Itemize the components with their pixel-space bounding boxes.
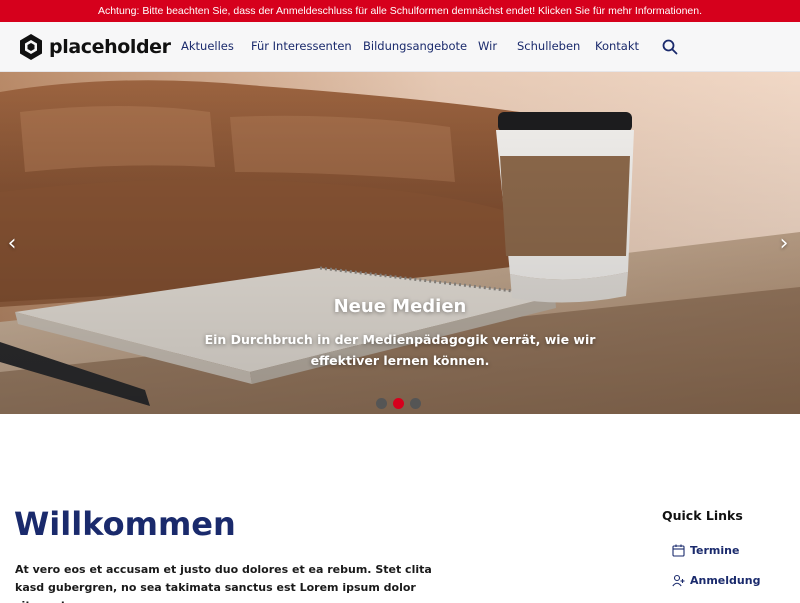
quick-link-label: Termine — [690, 543, 740, 557]
announcement-bar[interactable]: Achtung: Bitte beachten Sie, dass der An… — [0, 0, 800, 22]
intro-text: At vero eos et accusam et justo duo dolo… — [15, 563, 432, 603]
quick-links-title: Quick Links — [662, 508, 743, 523]
nav-item-aktuelles[interactable]: Aktuelles — [181, 39, 234, 53]
search-button[interactable] — [661, 38, 679, 56]
nav-item-fuer-interessenten[interactable]: Für Interessenten — [251, 39, 352, 53]
nav-item-kontakt[interactable]: Kontakt — [595, 39, 639, 53]
slider-dot-2[interactable] — [393, 398, 404, 409]
slider-prev-button[interactable]: ‹ — [2, 232, 22, 256]
announcement-text[interactable]: Achtung: Bitte beachten Sie, dass der An… — [98, 5, 702, 17]
hero-slider: ‹ › Neue Medien Ein Durchbruch in der Me… — [0, 72, 800, 414]
quick-link-label: Anmeldung — [690, 573, 761, 587]
slider-dot-1[interactable] — [376, 398, 387, 409]
quick-link-anmeldung[interactable]: Anmeldung — [672, 572, 760, 588]
slider-next-button[interactable]: › — [774, 232, 794, 256]
page-title: Willkommen — [14, 505, 236, 543]
main-navigation: Aktuelles Für Interessenten Bildungsange… — [0, 22, 800, 72]
nav-item-schulleben[interactable]: Schulleben — [517, 39, 580, 53]
nav-item-wir[interactable]: Wir — [478, 39, 497, 53]
site-header: placeholder Aktuelles Für Interessenten … — [0, 22, 800, 72]
slider-dot-3[interactable] — [410, 398, 421, 409]
search-icon — [662, 39, 678, 55]
calendar-icon — [672, 544, 685, 557]
slider-indicators — [376, 398, 421, 409]
hero-text: Ein Durchbruch in der Medienpädagogik ve… — [204, 332, 596, 368]
nav-item-bildungsangebote[interactable]: Bildungsangebote — [363, 39, 467, 53]
quick-link-termine[interactable]: Termine — [672, 542, 739, 558]
hero-title: Neue Medien — [333, 296, 467, 317]
user-add-icon — [672, 574, 685, 586]
